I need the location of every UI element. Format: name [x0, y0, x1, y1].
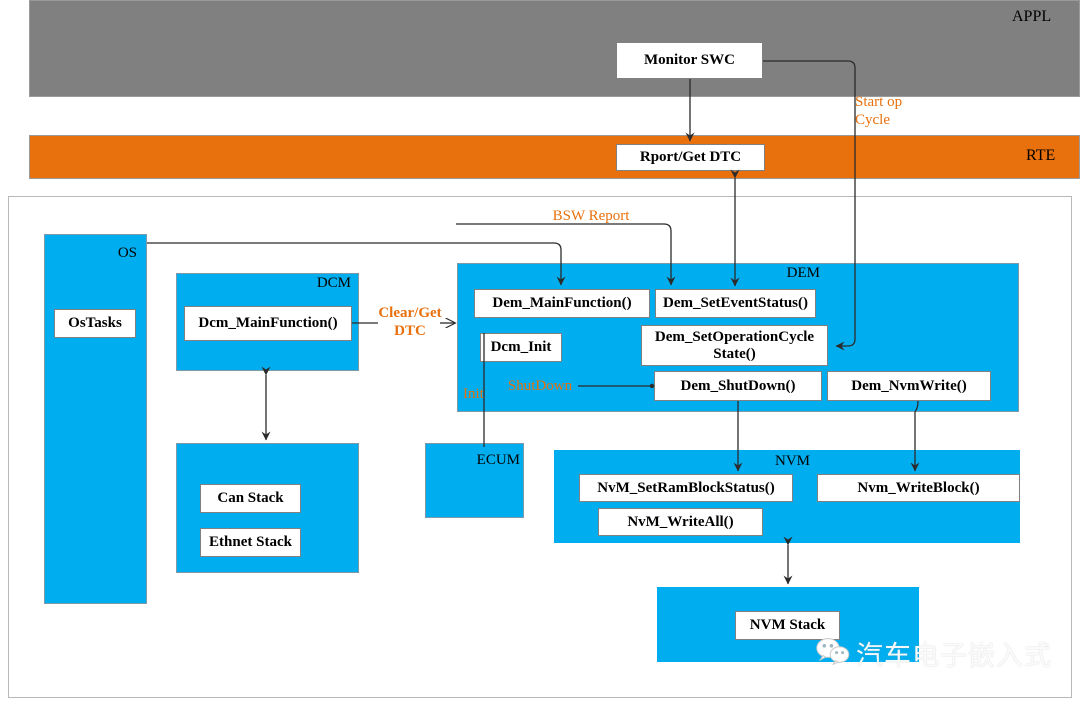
label-init: Init: [463, 386, 484, 402]
box-dem-nvmwrite[interactable]: Dem_NvmWrite(): [827, 371, 991, 401]
box-nvm-stack[interactable]: NVM Stack: [735, 611, 840, 640]
module-dem-label: DEM: [786, 265, 820, 281]
box-rport-get-dtc[interactable]: Rport/Get DTC: [616, 144, 765, 171]
box-nvm-writeblock[interactable]: Nvm_WriteBlock(): [817, 474, 1020, 502]
box-monitor-swc[interactable]: Monitor SWC: [616, 42, 763, 79]
module-nvm-label: NVM: [774, 453, 810, 469]
box-dcm-init[interactable]: Dcm_Init: [480, 333, 562, 362]
diagram-canvas: APPL RTE OS OsTasks DCM Dcm_MainFunction…: [0, 0, 1080, 702]
module-dcm-label: DCM: [316, 275, 351, 291]
box-dem-shutdown[interactable]: Dem_ShutDown(): [654, 371, 822, 401]
rte-layer-label: RTE: [1026, 147, 1056, 164]
box-nvm-setramblockstatus[interactable]: NvM_SetRamBlockStatus(): [579, 474, 793, 502]
box-dcm-mainfunction[interactable]: Dcm_MainFunction(): [184, 306, 352, 341]
module-os[interactable]: [44, 234, 147, 604]
appl-layer-band: [29, 0, 1080, 97]
box-ethnet-stack[interactable]: Ethnet Stack: [200, 528, 301, 557]
label-bsw-report: BSW Report: [552, 208, 630, 224]
module-ecum-label: ECUM: [476, 452, 520, 468]
label-shutdown: ShutDown: [507, 378, 573, 394]
box-can-stack[interactable]: Can Stack: [200, 484, 301, 513]
rte-layer-band: [29, 135, 1080, 179]
box-ostasks[interactable]: OsTasks: [54, 309, 136, 338]
module-os-label: OS: [117, 245, 137, 261]
box-dem-seteventstatus[interactable]: Dem_SetEventStatus(): [655, 289, 816, 318]
box-dem-setoperationcyclestate[interactable]: Dem_SetOperationCycle State(): [641, 325, 828, 366]
label-start-op-cycle: Start op Cycle: [855, 94, 903, 128]
label-clear-get-dtc: Clear/Get DTC: [378, 305, 442, 339]
box-dem-mainfunction[interactable]: Dem_MainFunction(): [474, 289, 650, 318]
box-nvm-writeall[interactable]: NvM_WriteAll(): [598, 508, 763, 536]
appl-layer-label: APPL: [1012, 8, 1052, 25]
